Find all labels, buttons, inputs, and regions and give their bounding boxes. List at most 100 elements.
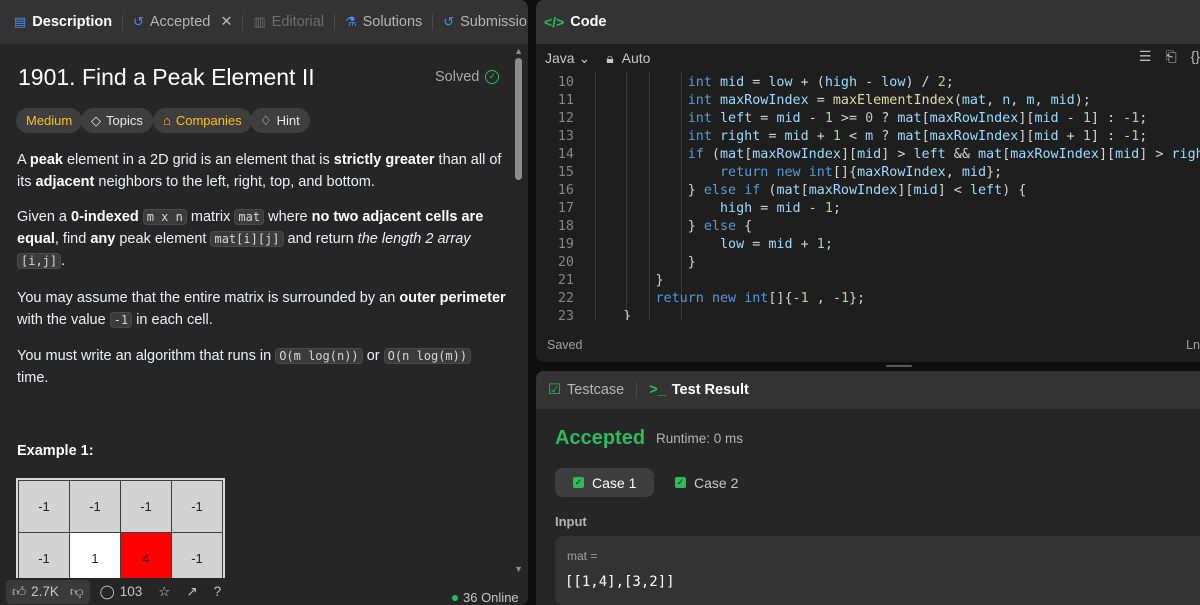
line-number: 23 bbox=[557, 309, 574, 320]
problem-footer-bar: 👍︎ 2.7K 👎︎ ◯ 103 ☆ ↗ ? bbox=[0, 578, 528, 605]
code-icon: </> bbox=[544, 14, 565, 30]
comments-button[interactable]: ◯ 103 bbox=[94, 580, 149, 604]
line-number: 18 bbox=[557, 219, 574, 234]
help-icon: ? bbox=[213, 584, 222, 599]
code-text: } bbox=[591, 255, 696, 270]
grid-cell: -1 bbox=[120, 480, 172, 533]
description-panel: ▤ Description ↺ Accepted ✕ ▥ Editorial ⚗… bbox=[0, 0, 528, 605]
code-text: high = mid - 1; bbox=[720, 201, 841, 216]
scroll-down-arrow-icon[interactable]: ▼ bbox=[514, 564, 523, 574]
tab-solutions[interactable]: ⚗ Solutions bbox=[339, 0, 428, 44]
code-line[interactable]: 20 } bbox=[536, 254, 1200, 272]
line-number: 16 bbox=[557, 183, 574, 198]
code-line[interactable]: 21 } bbox=[536, 272, 1200, 290]
tab-divider bbox=[334, 14, 335, 30]
terminal-icon: >_ bbox=[649, 382, 666, 398]
online-count: 36 Online bbox=[452, 590, 519, 605]
thumbs-up-icon: 👍︎ bbox=[12, 584, 27, 599]
code-text: int right = mid + 1 < m ? mat[maxRowInde… bbox=[687, 129, 1148, 144]
input-value-box: mat = [[1,4],[3,2]] bbox=[555, 536, 1200, 605]
help-button[interactable]: ? bbox=[208, 580, 228, 604]
code-text: return new int[]{-1 , -1}; bbox=[655, 291, 866, 306]
online-dot-icon bbox=[452, 594, 458, 601]
share-icon: ↗ bbox=[186, 583, 198, 599]
line-number: 12 bbox=[557, 111, 574, 126]
tab-description[interactable]: ▤ Description bbox=[8, 0, 118, 44]
tab-divider bbox=[122, 14, 123, 30]
code-text: } bbox=[591, 273, 664, 288]
line-number: 14 bbox=[557, 147, 574, 162]
scroll-up-arrow-icon[interactable]: ▲ bbox=[514, 46, 523, 56]
scrollbar-thumb[interactable] bbox=[515, 58, 522, 180]
grid-cell: -1 bbox=[18, 480, 70, 533]
code-text: return new int[]{maxRowIndex, mid}; bbox=[720, 165, 1003, 180]
code-text: } else { bbox=[591, 219, 753, 234]
like-button[interactable]: 👍︎ 2.7K 👎︎ bbox=[6, 579, 90, 604]
test-result-panel: ☑ Testcase >_ Test Result Accepted Runti… bbox=[536, 371, 1200, 605]
lock-icon: ⌂ bbox=[163, 113, 171, 128]
problem-title[interactable]: 1901. Find a Peak Element II bbox=[18, 64, 315, 91]
example-grid-image: -1 -1 -1 -1 -1 1 4 -1 bbox=[16, 478, 225, 587]
line-number: 15 bbox=[557, 165, 574, 180]
case-1-button[interactable]: ✓ Case 1 bbox=[555, 468, 655, 497]
case-2-button[interactable]: ✓ Case 2 bbox=[657, 468, 756, 497]
tab-testcase[interactable]: ☑ Testcase bbox=[548, 382, 624, 398]
chevron-down-icon: ⌄ bbox=[578, 49, 591, 66]
tab-divider bbox=[432, 14, 434, 30]
code-line[interactable]: 19 low = mid + 1; bbox=[536, 236, 1200, 254]
history-icon: ↺ bbox=[132, 14, 144, 29]
check-circle-icon: ✓ bbox=[485, 70, 500, 84]
close-icon[interactable]: ✕ bbox=[220, 14, 232, 30]
checkbox-icon: ☑ bbox=[548, 382, 561, 398]
companies-button[interactable]: ⌂ Companies bbox=[153, 108, 252, 133]
code-editor[interactable]: 10 int mid = low + (high - low) / 2; 11 i… bbox=[536, 72, 1200, 320]
hint-button[interactable]: ♢ Hint bbox=[250, 108, 310, 133]
code-line[interactable]: 10 int mid = low + (high - low) / 2; bbox=[536, 74, 1200, 92]
cursor-position: Ln bbox=[1186, 338, 1200, 352]
tab-accepted[interactable]: ↺ Accepted ✕ bbox=[127, 0, 239, 44]
code-line[interactable]: 13 int right = mid + 1 < m ? mat[maxRowI… bbox=[536, 128, 1200, 146]
example-title: Example 1: bbox=[17, 443, 94, 459]
grid-cell: 1 bbox=[69, 532, 121, 585]
history-icon: ↺ bbox=[443, 14, 455, 29]
grid-cell-peak: 4 bbox=[120, 532, 172, 585]
code-line[interactable]: 22 return new int[]{-1 , -1}; bbox=[536, 290, 1200, 308]
check-icon: ✓ bbox=[675, 477, 686, 488]
variable-name: mat = bbox=[567, 549, 598, 563]
tab-test-result[interactable]: >_ Test Result bbox=[649, 382, 749, 398]
bookmark-icon[interactable]: ⎗ bbox=[1165, 48, 1176, 65]
grid-cell: -1 bbox=[18, 532, 70, 585]
grid-cell: -1 bbox=[171, 532, 223, 585]
thumbs-down-icon[interactable]: 👎︎ bbox=[70, 583, 84, 600]
star-icon: ☆ bbox=[158, 583, 171, 599]
favorite-button[interactable]: ☆ bbox=[152, 580, 176, 604]
tab-submissions[interactable]: ↺ Submission bbox=[437, 0, 528, 44]
code-line[interactable]: 23 } bbox=[536, 308, 1200, 320]
book-icon: ▥ bbox=[253, 14, 266, 29]
share-button[interactable]: ↗ bbox=[180, 580, 203, 604]
code-line[interactable]: 12 int left = mid - 1 >= 0 ? mat[maxRowI… bbox=[536, 110, 1200, 128]
save-status: Saved bbox=[547, 338, 583, 352]
line-number: 20 bbox=[557, 255, 574, 270]
line-number: 13 bbox=[557, 129, 574, 144]
mode-label[interactable]: Auto bbox=[622, 50, 651, 66]
code-line[interactable]: 15 return new int[]{maxRowIndex, mid}; bbox=[536, 164, 1200, 182]
line-number: 22 bbox=[557, 291, 574, 306]
braces-icon[interactable]: {} bbox=[1191, 48, 1200, 65]
input-label: Input bbox=[555, 514, 587, 529]
code-text: int left = mid - 1 >= 0 ? mat[maxRowInde… bbox=[687, 111, 1148, 126]
panel-resize-handle[interactable] bbox=[886, 365, 912, 367]
code-line[interactable]: 16 } else if (mat[maxRowIndex][mid] < le… bbox=[536, 182, 1200, 200]
format-icon[interactable]: ☰ bbox=[1139, 48, 1152, 65]
language-select[interactable]: Java ⌄ bbox=[545, 50, 590, 67]
topics-button[interactable]: ◇ Topics bbox=[81, 108, 153, 133]
code-line[interactable]: 17 high = mid - 1; bbox=[536, 200, 1200, 218]
code-text: } else if (mat[maxRowIndex][mid] < left)… bbox=[591, 183, 1027, 198]
editor-actions: ☰ ⎗ {} bbox=[1139, 48, 1200, 65]
code-line[interactable]: 18 } else { bbox=[536, 218, 1200, 236]
description-paragraph: You may assume that the entire matrix is… bbox=[17, 290, 506, 328]
tab-editorial[interactable]: ▥ Editorial bbox=[247, 0, 330, 44]
code-line[interactable]: 14 if (mat[maxRowIndex][mid] > left && m… bbox=[536, 146, 1200, 164]
verdict-label: Accepted bbox=[555, 427, 646, 449]
code-line[interactable]: 11 int maxRowIndex = maxElementIndex(mat… bbox=[536, 92, 1200, 110]
